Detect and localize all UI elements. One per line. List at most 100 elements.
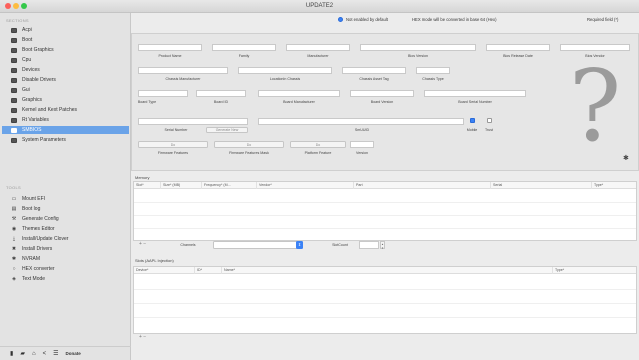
tool-item-themes-editor[interactable]: ◉ Themes Editor (2, 225, 129, 233)
tool-item-text-mode[interactable]: ◈ Text Mode (2, 275, 129, 283)
volume-icon[interactable]: ▮ (10, 350, 13, 357)
sidebar-item-system-parameters[interactable]: System Parameters (2, 136, 129, 144)
slots-header-row: Device* ID* Name* Type* (134, 267, 636, 274)
smuuid-label: SmUUID (354, 128, 370, 132)
gear-icon[interactable]: ✱ (623, 154, 631, 162)
sidebar-item-boot[interactable]: Boot (2, 36, 129, 44)
home-icon[interactable]: ⌂ (32, 351, 36, 357)
memory-table[interactable]: Slot* Size* (MB) Frequency* (M... Vendor… (133, 181, 637, 241)
memory-col-size[interactable]: Size* (MB) (162, 182, 202, 189)
app-window: UPDATE2 SECTIONS Acpi Boot Boot Graphics Cp… (0, 0, 639, 360)
share-icon[interactable]: < (43, 351, 47, 357)
slots-col-device[interactable]: Device* (135, 267, 195, 274)
sidebar-item-boot-graphics[interactable]: Boot Graphics (2, 46, 129, 54)
download-icon: ⤓ (12, 236, 16, 242)
chassis-manufacturer-label: Chassis Manufacturer (165, 77, 201, 81)
firmware-features-button[interactable]: Do (138, 141, 208, 148)
bios-release-date-label: Bios Release Date (503, 54, 533, 58)
sidebar-item-graphics[interactable]: Graphics (2, 96, 129, 104)
family-label: Family (238, 54, 250, 58)
board-manufacturer-field[interactable] (258, 90, 340, 97)
board-type-field[interactable] (138, 90, 188, 97)
donate-button[interactable]: Donate (65, 351, 80, 356)
tool-item-label: Install/Update Clover (22, 236, 69, 242)
memory-col-serial[interactable]: Serial (492, 182, 592, 189)
memory-col-type[interactable]: Type* (593, 182, 637, 189)
required-note: Required field (*) (587, 17, 619, 22)
channels-select[interactable]: ⇕ (213, 241, 303, 249)
memory-col-vendor[interactable]: Vendor* (258, 182, 354, 189)
location-in-chassis-field[interactable] (238, 67, 332, 74)
chassis-type-label: Chassis Type (422, 77, 444, 81)
slots-col-type[interactable]: Type* (554, 267, 637, 274)
tool-item-generate-config[interactable]: ⚒ Generate Config (2, 215, 129, 223)
question-mark-icon: ? (568, 50, 622, 164)
tool-item-install-update-clover[interactable]: ⤓ Install/Update Clover (2, 235, 129, 243)
sidebar-item-kernel-and-kext-patches[interactable]: Kernel and Kext Patches (2, 106, 129, 114)
memory-col-slot[interactable]: Slot* (135, 182, 161, 189)
tool-item-nvram[interactable]: ✱ NVRAM (2, 255, 129, 263)
sidebar-item-devices[interactable]: Devices (2, 66, 129, 74)
not-enabled-label: Not enabled by default (346, 17, 388, 22)
bios-version-field[interactable] (360, 44, 476, 51)
log-icon: ▤ (11, 206, 17, 212)
slots-col-name[interactable]: Name* (223, 267, 553, 274)
channels-label: Channels (180, 243, 196, 247)
slots-col-id[interactable]: ID* (196, 267, 222, 274)
chassis-manufacturer-field[interactable] (138, 67, 228, 74)
mobile-checkbox[interactable] (470, 118, 475, 123)
board-id-field[interactable] (196, 90, 246, 97)
board-version-label: Board Version (370, 100, 394, 104)
slots-row-divider (134, 303, 636, 304)
memory-col-part[interactable]: Part (355, 182, 491, 189)
slots-add-remove[interactable]: + − (139, 334, 146, 340)
bios-release-date-field[interactable] (486, 44, 550, 51)
sidebar-item-label: Kernel and Kext Patches (22, 107, 78, 113)
not-enabled-radio[interactable] (338, 17, 343, 22)
firmware-features-mask-button[interactable]: Do (214, 141, 284, 148)
board-id-label: Board ID (213, 100, 229, 104)
smuuid-field[interactable] (258, 118, 464, 125)
box-icon (10, 117, 18, 123)
sidebar-item-acpi[interactable]: Acpi (2, 26, 129, 34)
hex-note: HEX mode will be converted in base 64 (H… (412, 17, 497, 22)
product-name-field[interactable] (138, 44, 202, 51)
memory-col-frequency[interactable]: Frequency* (M... (203, 182, 257, 189)
bios-version-label: Bios Version (408, 54, 428, 58)
document-icon[interactable]: ▰ (20, 350, 25, 357)
sidebar-item-rt-variables[interactable]: Rt Variables (2, 116, 129, 124)
box-icon (10, 107, 18, 113)
memory-row-divider (134, 228, 636, 229)
tool-item-install-drivers[interactable]: ✖ Install Drivers (2, 245, 129, 253)
trust-label: Trust (484, 128, 494, 132)
slotcount-stepper[interactable]: ▴ ▾ (380, 241, 385, 250)
slots-table[interactable]: Device* ID* Name* Type* (133, 266, 637, 334)
version-field[interactable] (350, 141, 374, 148)
platform-feature-button[interactable]: Do (290, 141, 346, 148)
chassis-type-field[interactable] (416, 67, 450, 74)
sidebar-item-gui[interactable]: Gui (2, 86, 129, 94)
generate-new-button[interactable]: Generate New (206, 127, 248, 133)
family-field[interactable] (212, 44, 276, 51)
sidebar-item-label: Graphics (22, 97, 43, 103)
serial-number-field[interactable] (138, 118, 248, 125)
manufacturer-field[interactable] (286, 44, 350, 51)
board-version-field[interactable] (350, 90, 414, 97)
sidebar-item-disable-drivers[interactable]: Disable Drivers (2, 76, 129, 84)
tool-item-boot-log[interactable]: ▤ Boot log (2, 205, 129, 213)
memory-add-remove[interactable]: + − (139, 241, 146, 247)
trust-checkbox[interactable] (487, 118, 492, 123)
product-name-label: Product Name (158, 54, 182, 58)
sidebar-item-label: Gui (22, 87, 30, 93)
tool-item-hex-converter[interactable]: ○ HEX converter (2, 265, 129, 273)
chassis-asset-tag-field[interactable] (342, 67, 406, 74)
slotcount-field[interactable] (359, 241, 379, 249)
board-serial-number-field[interactable] (424, 90, 526, 97)
box-icon (10, 77, 18, 83)
sidebar-item-cpu[interactable]: Cpu (2, 56, 129, 64)
box-icon (10, 127, 18, 133)
sidebar-item-smbios[interactable]: SMBIOS (2, 126, 129, 134)
tool-item-mount-efi[interactable]: ▭ Mount EFI (2, 195, 129, 203)
platform-feature-label: Platform Feature (304, 151, 332, 155)
circle-icon: ○ (12, 266, 16, 272)
